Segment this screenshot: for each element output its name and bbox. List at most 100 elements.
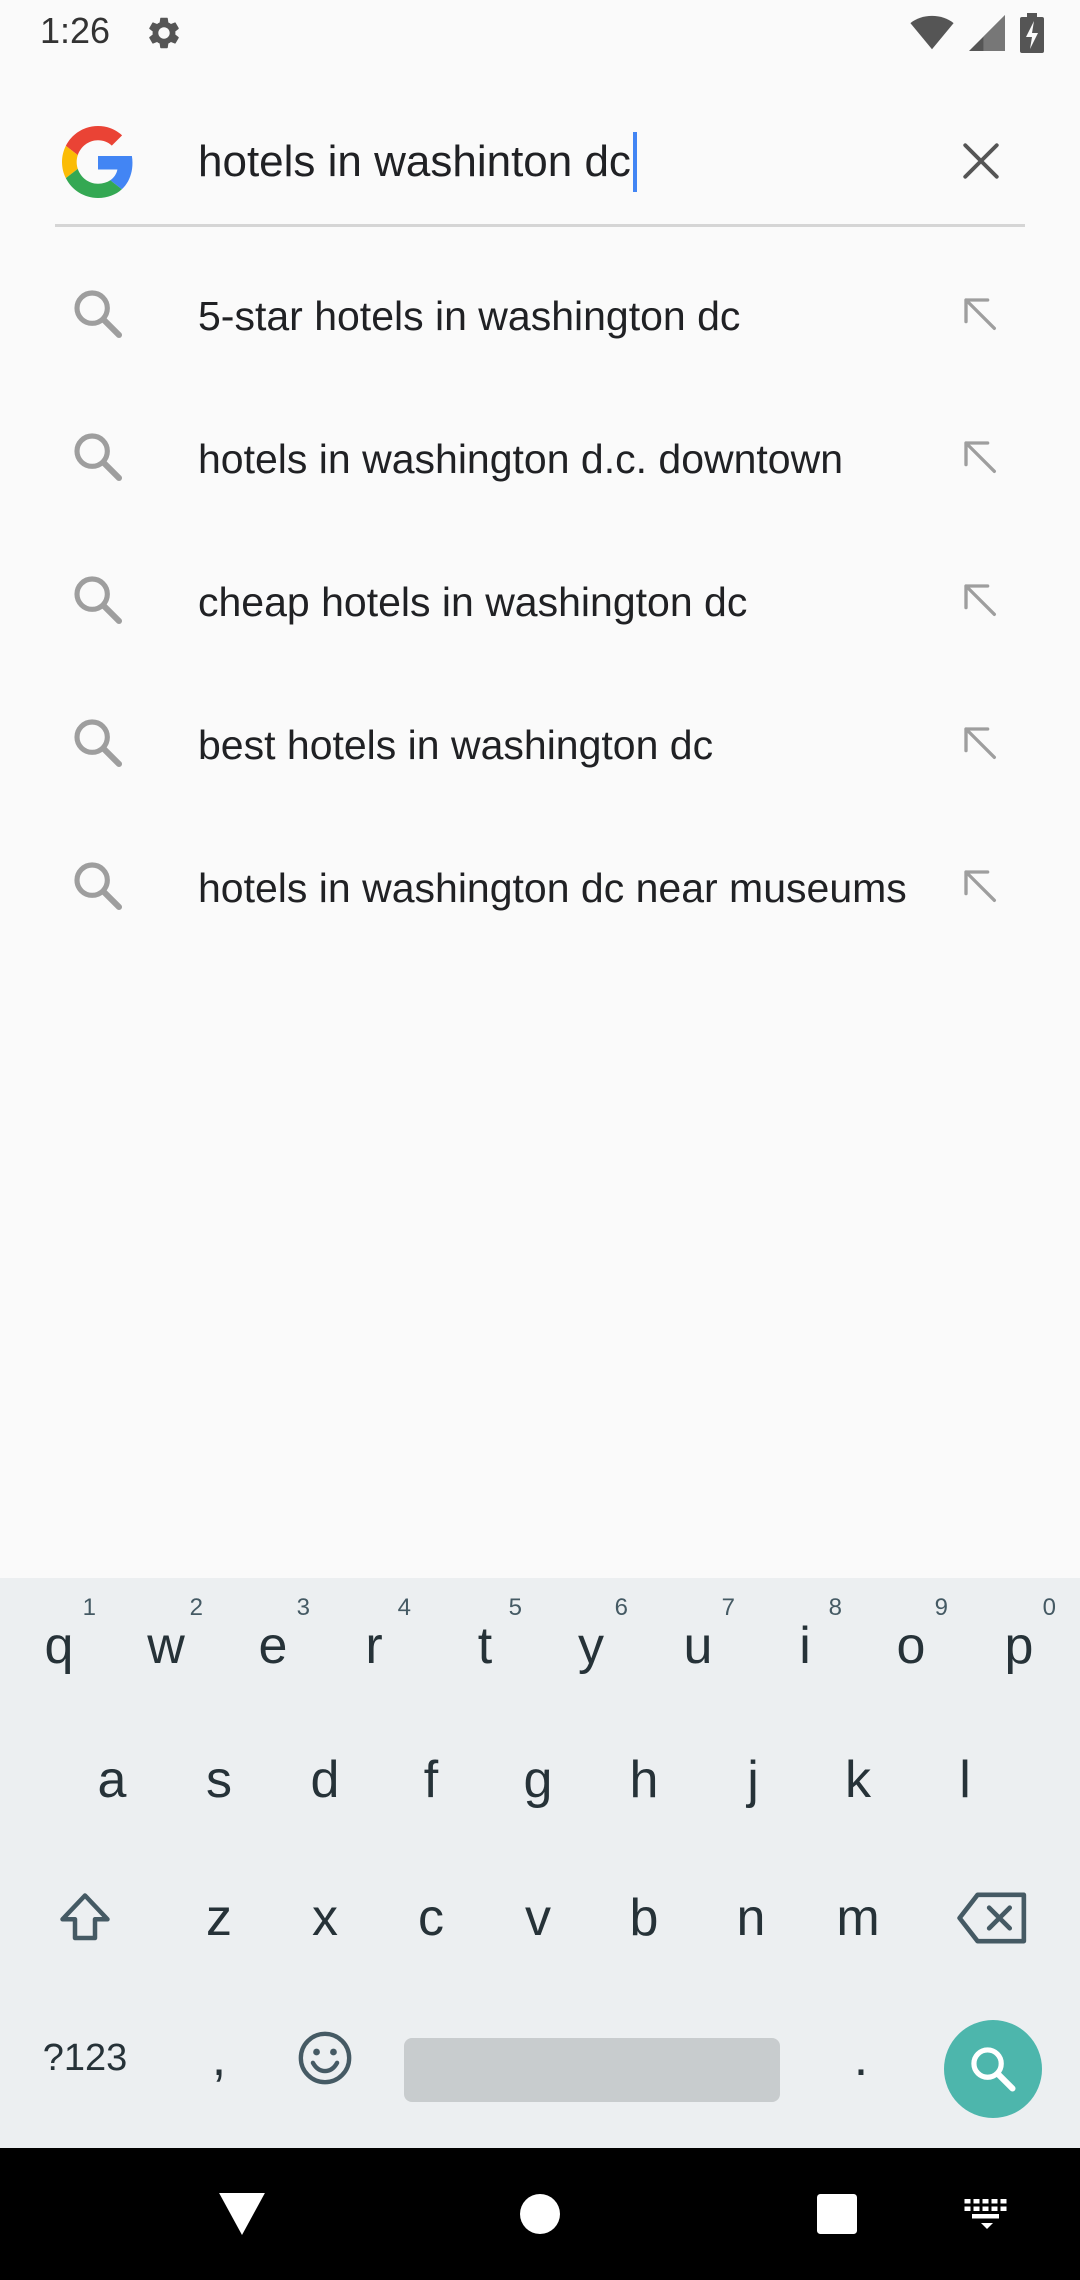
- suggestion-item[interactable]: hotels in washington dc near museums: [0, 816, 1080, 959]
- key-e[interactable]: e3: [220, 1586, 326, 1706]
- key-hint: 4: [397, 1594, 411, 1621]
- fill-query-button[interactable]: [950, 856, 1012, 918]
- key-w[interactable]: w2: [113, 1586, 219, 1706]
- key-h[interactable]: h: [591, 1720, 697, 1840]
- wifi-icon: [910, 15, 954, 50]
- emoji-key[interactable]: [272, 1998, 378, 2118]
- period-key[interactable]: .: [808, 1998, 914, 2118]
- key-b[interactable]: b: [591, 1858, 697, 1978]
- key-z[interactable]: z: [166, 1858, 272, 1978]
- search-icon: [74, 433, 123, 482]
- key-o[interactable]: o9: [858, 1586, 964, 1706]
- search-input[interactable]: hotels in washinton dc: [198, 130, 637, 194]
- suggestion-label: best hotels in washington dc: [198, 721, 714, 768]
- key-g[interactable]: g: [485, 1720, 591, 1840]
- shift-icon: [60, 1893, 110, 1941]
- key-i[interactable]: i8: [752, 1586, 858, 1706]
- key-label: r: [365, 1617, 383, 1675]
- key-hint: 0: [1042, 1594, 1056, 1621]
- key-label: o: [896, 1617, 926, 1675]
- key-k[interactable]: k: [805, 1720, 911, 1840]
- fill-query-button[interactable]: [950, 427, 1012, 489]
- key-j[interactable]: j: [700, 1720, 806, 1840]
- key-label: t: [477, 1617, 493, 1675]
- suggestion-label: 5-star hotels in washington dc: [198, 292, 741, 339]
- key-x[interactable]: x: [272, 1858, 378, 1978]
- key-label: p: [1004, 1617, 1034, 1675]
- recents-button[interactable]: [797, 2174, 877, 2254]
- shift-key[interactable]: [32, 1858, 138, 1978]
- key-t[interactable]: t5: [432, 1586, 538, 1706]
- status-icons: [910, 13, 1044, 53]
- symbols-key[interactable]: ?123: [32, 1998, 138, 2118]
- key-f[interactable]: f: [378, 1720, 484, 1840]
- search-bar: hotels in washinton dc: [0, 100, 1080, 227]
- key-s[interactable]: s: [166, 1720, 272, 1840]
- key-hint: 8: [828, 1594, 842, 1621]
- back-icon: [219, 2193, 265, 2235]
- home-icon: [520, 2194, 560, 2234]
- key-hint: 2: [189, 1594, 203, 1621]
- soft-keyboard: q1 w2 e3 r4 t5 y6 u7 i8 o9 p0 a s d f g …: [0, 1578, 1080, 2148]
- keyboard-search-button[interactable]: [944, 2020, 1042, 2118]
- key-q[interactable]: q1: [6, 1586, 112, 1706]
- home-button[interactable]: [500, 2174, 580, 2254]
- key-y[interactable]: y6: [538, 1586, 644, 1706]
- key-p[interactable]: p0: [966, 1586, 1072, 1706]
- keyboard-row-3: z x c v b n m: [0, 1858, 1080, 1998]
- arrow-up-left-icon: [964, 584, 996, 616]
- arrow-up-left-icon: [964, 870, 996, 902]
- keyboard-switch-icon: [964, 2199, 1007, 2229]
- key-hint: 1: [82, 1594, 96, 1621]
- key-n[interactable]: n: [698, 1858, 804, 1978]
- status-bar: 1:26: [0, 0, 1080, 66]
- space-key[interactable]: [404, 2038, 780, 2102]
- battery-charging-icon: [1020, 13, 1044, 53]
- key-c[interactable]: c: [378, 1858, 484, 1978]
- key-l[interactable]: l: [912, 1720, 1018, 1840]
- suggestion-item[interactable]: best hotels in washington dc: [0, 673, 1080, 816]
- backspace-key[interactable]: [940, 1858, 1046, 1978]
- back-button[interactable]: [202, 2174, 282, 2254]
- emoji-icon: [298, 2031, 352, 2085]
- cell-signal-icon: [969, 15, 1005, 51]
- recents-icon: [817, 2194, 857, 2234]
- key-label: q: [44, 1617, 74, 1675]
- text-caret: [632, 132, 637, 192]
- suggestion-label: hotels in washington dc near museums: [198, 864, 907, 911]
- key-m[interactable]: m: [805, 1858, 911, 1978]
- search-divider: [55, 224, 1025, 227]
- key-hint: 6: [614, 1594, 628, 1621]
- key-hint: 7: [721, 1594, 735, 1621]
- system-nav-bar: [0, 2148, 1080, 2280]
- key-label: i: [799, 1617, 811, 1675]
- comma-key[interactable]: ,: [166, 1998, 272, 2118]
- search-icon: [74, 290, 123, 339]
- status-time: 1:26: [40, 10, 111, 51]
- key-a[interactable]: a: [59, 1720, 165, 1840]
- suggestion-item[interactable]: hotels in washington d.c. downtown: [0, 387, 1080, 530]
- key-v[interactable]: v: [485, 1858, 591, 1978]
- keyboard-row-1: q1 w2 e3 r4 t5 y6 u7 i8 o9 p0: [0, 1586, 1080, 1726]
- arrow-up-left-icon: [964, 727, 996, 759]
- suggestion-label: cheap hotels in washington dc: [198, 578, 748, 625]
- key-u[interactable]: u7: [645, 1586, 751, 1706]
- key-label: u: [683, 1617, 713, 1675]
- key-d[interactable]: d: [272, 1720, 378, 1840]
- arrow-up-left-icon: [964, 298, 996, 330]
- key-r[interactable]: r4: [321, 1586, 427, 1706]
- fill-query-button[interactable]: [950, 713, 1012, 775]
- clear-search-button[interactable]: [950, 130, 1012, 192]
- key-label: e: [258, 1617, 288, 1675]
- suggestion-item[interactable]: cheap hotels in washington dc: [0, 530, 1080, 673]
- key-label: y: [578, 1617, 604, 1675]
- key-hint: 9: [934, 1594, 948, 1621]
- keyboard-switch-button[interactable]: [947, 2174, 1027, 2254]
- arrow-up-left-icon: [964, 441, 996, 473]
- fill-query-button[interactable]: [950, 284, 1012, 346]
- key-label: w: [147, 1617, 185, 1675]
- fill-query-button[interactable]: [950, 570, 1012, 632]
- suggestion-item[interactable]: 5-star hotels in washington dc: [0, 244, 1080, 387]
- settings-gear-icon: [149, 17, 179, 49]
- search-icon: [74, 719, 123, 768]
